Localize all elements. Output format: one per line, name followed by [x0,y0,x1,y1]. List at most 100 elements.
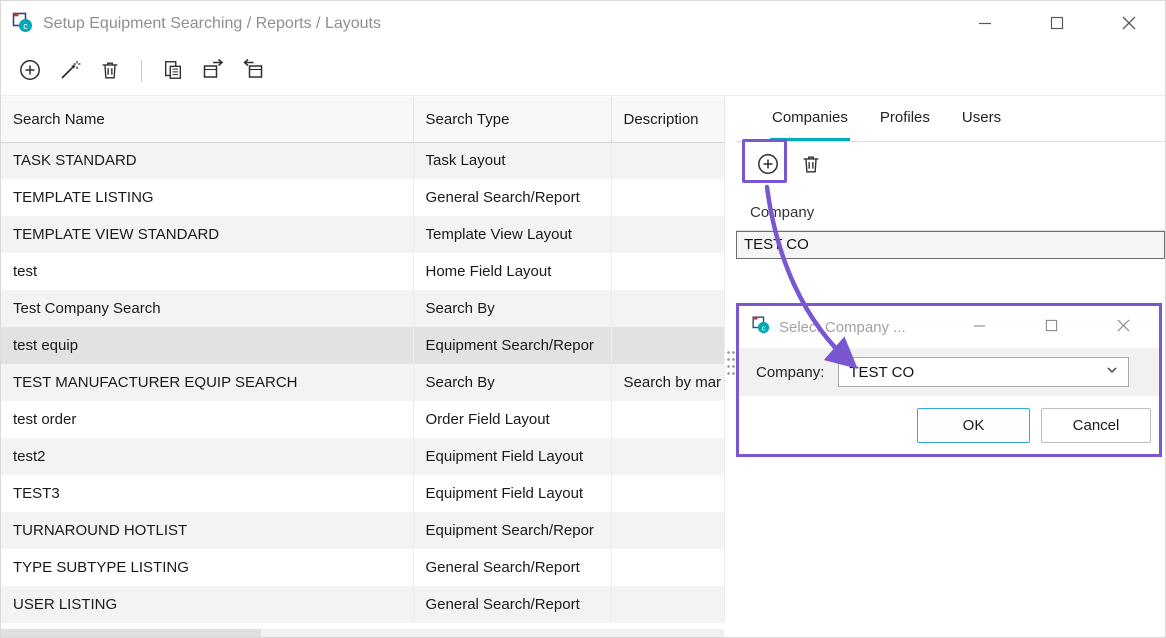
search-type-cell: Template View Layout [413,216,611,253]
company-dropdown-value: TEST CO [849,364,914,381]
maximize-icon [1050,16,1064,33]
search-type-cell: Task Layout [413,142,611,179]
panel-toolbar [736,142,1165,188]
search-type-cell: Search By [413,290,611,327]
search-name-cell: USER LISTING [1,586,413,623]
table-row[interactable]: TEMPLATE VIEW STANDARDTemplate View Layo… [1,216,724,253]
search-name-cell: Test Company Search [1,290,413,327]
description-cell [611,401,724,438]
table-row[interactable]: TASK STANDARDTask Layout [1,142,724,179]
description-cell [611,475,724,512]
add-company-button[interactable] [755,152,781,178]
dialog-close-button[interactable] [1087,306,1159,348]
copy-button[interactable] [160,58,186,84]
search-type-cell: Search By [413,364,611,401]
column-header-description[interactable]: Description [611,97,724,142]
table-row[interactable]: TEST MANUFACTURER EQUIP SEARCHSearch ByS… [1,364,724,401]
tab-profiles[interactable]: Profiles [878,97,932,141]
add-icon [18,58,42,85]
dialog-window-controls [943,306,1159,348]
add-button[interactable] [17,58,43,84]
dialog-title-bar: c Select Company ... [739,306,1159,348]
scrollbar-thumb[interactable] [1,629,261,637]
description-cell [611,253,724,290]
dialog-button-row: OK Cancel [739,396,1159,454]
table-row[interactable]: testHome Field Layout [1,253,724,290]
app-window: c Setup Equipment Searching / Reports / … [0,0,1166,638]
company-row[interactable]: TEST CO [736,231,1165,259]
table-row[interactable]: test2Equipment Field Layout [1,438,724,475]
main-toolbar [1,47,1165,96]
tab-strip: Companies Profiles Users [736,97,1165,142]
delete-company-button[interactable] [798,152,824,178]
search-name-cell: TASK STANDARD [1,142,413,179]
table-row[interactable]: test orderOrder Field Layout [1,401,724,438]
minimize-icon [978,16,992,33]
table-row[interactable]: USER LISTINGGeneral Search/Report [1,586,724,623]
column-header-search-name[interactable]: Search Name [1,97,413,142]
search-name-cell: test order [1,401,413,438]
select-company-dialog: c Select Company ... Company: TEST CO [736,303,1162,457]
cancel-button[interactable]: Cancel [1041,408,1151,443]
description-cell [611,549,724,586]
table-row[interactable]: test equipEquipment Search/Repor [1,327,724,364]
search-type-cell: General Search/Report [413,179,611,216]
table-row[interactable]: TURNAROUND HOTLISTEquipment Search/Repor [1,512,724,549]
search-name-cell: TEST3 [1,475,413,512]
window-controls [949,1,1165,47]
export-layout-button[interactable] [200,58,226,84]
description-cell [611,290,724,327]
search-type-cell: Order Field Layout [413,401,611,438]
close-icon [1116,318,1131,336]
dialog-maximize-button[interactable] [1015,306,1087,348]
svg-text:c: c [23,21,28,31]
close-button[interactable] [1093,1,1165,47]
table-header-row: Search Name Search Type Description [1,97,724,142]
tab-users[interactable]: Users [960,97,1003,141]
minimize-button[interactable] [949,1,1021,47]
company-dropdown[interactable]: TEST CO [838,357,1129,387]
search-name-cell: TURNAROUND HOTLIST [1,512,413,549]
ok-button[interactable]: OK [917,408,1030,443]
dialog-minimize-button[interactable] [943,306,1015,348]
company-label: Company: [756,364,824,381]
description-cell [611,512,724,549]
wand-icon [59,59,81,84]
column-header-search-type[interactable]: Search Type [413,97,611,142]
import-layout-button[interactable] [240,58,266,84]
dialog-title: Select Company ... [779,319,906,336]
search-name-cell: TYPE SUBTYPE LISTING [1,549,413,586]
company-field-row: Company: TEST CO [739,348,1159,396]
delete-button[interactable] [97,58,123,84]
table-row[interactable]: TYPE SUBTYPE LISTINGGeneral Search/Repor… [1,549,724,586]
chevron-down-icon [1105,363,1119,381]
description-cell [611,179,724,216]
minimize-icon [973,319,986,335]
description-cell [611,142,724,179]
modify-button[interactable] [57,58,83,84]
table-row[interactable]: Test Company SearchSearch By [1,290,724,327]
company-column-header[interactable]: Company [736,195,1165,231]
search-name-cell: test equip [1,327,413,364]
search-name-cell: test2 [1,438,413,475]
export-icon [201,58,225,85]
search-table-container: Search Name Search Type Description TASK… [1,97,724,637]
horizontal-scrollbar[interactable] [1,629,724,637]
svg-text:c: c [762,324,766,333]
search-type-cell: Equipment Search/Repor [413,512,611,549]
maximize-button[interactable] [1021,1,1093,47]
table-row[interactable]: TEST3Equipment Field Layout [1,475,724,512]
table-row[interactable]: TEMPLATE LISTINGGeneral Search/Report [1,179,724,216]
maximize-icon [1045,319,1058,335]
add-icon [756,152,780,179]
app-icon: c [11,11,33,38]
search-name-cell: TEST MANUFACTURER EQUIP SEARCH [1,364,413,401]
search-type-cell: Home Field Layout [413,253,611,290]
tab-companies[interactable]: Companies [770,97,850,141]
title-bar: c Setup Equipment Searching / Reports / … [1,1,1165,47]
splitter-grip[interactable] [726,349,736,379]
search-name-cell: TEMPLATE VIEW STANDARD [1,216,413,253]
close-icon [1121,15,1137,34]
search-type-cell: General Search/Report [413,586,611,623]
description-cell [611,438,724,475]
